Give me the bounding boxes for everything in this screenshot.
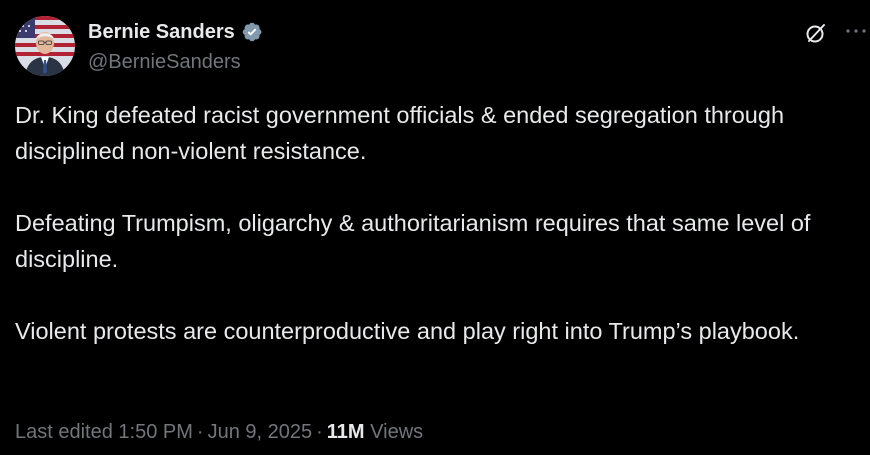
grok-icon[interactable] bbox=[802, 19, 830, 47]
views-count[interactable]: 11M bbox=[327, 421, 365, 443]
post-paragraph: Violent protests are counterproductive a… bbox=[15, 318, 800, 344]
edited-label[interactable]: Last edited bbox=[15, 421, 113, 443]
post-paragraph: Defeating Trumpism, oligarchy & authorit… bbox=[15, 210, 811, 272]
views-label: Views bbox=[370, 421, 424, 443]
post-date[interactable]: Jun 9, 2025 bbox=[208, 421, 313, 443]
post-meta: Last edited 1:50 PM · Jun 9, 2025 · 11M View… bbox=[15, 417, 423, 447]
author-handle[interactable]: @BernieSanders bbox=[88, 49, 241, 75]
post: Bernie Sanders @BernieSanders Dr. King d… bbox=[0, 0, 870, 455]
avatar-image bbox=[15, 16, 75, 76]
avatar[interactable] bbox=[15, 16, 75, 76]
post-text: Dr. King defeated racist government offi… bbox=[15, 97, 865, 349]
author-name-row: Bernie Sanders bbox=[88, 19, 263, 45]
verified-badge-icon[interactable] bbox=[241, 21, 263, 43]
post-time[interactable]: 1:50 PM bbox=[118, 421, 192, 443]
meta-separator: · bbox=[196, 421, 204, 443]
post-paragraph: Dr. King defeated racist government offi… bbox=[15, 102, 785, 164]
more-icon[interactable] bbox=[842, 19, 870, 47]
author-display-name[interactable]: Bernie Sanders bbox=[88, 19, 235, 45]
meta-separator: · bbox=[316, 421, 323, 443]
